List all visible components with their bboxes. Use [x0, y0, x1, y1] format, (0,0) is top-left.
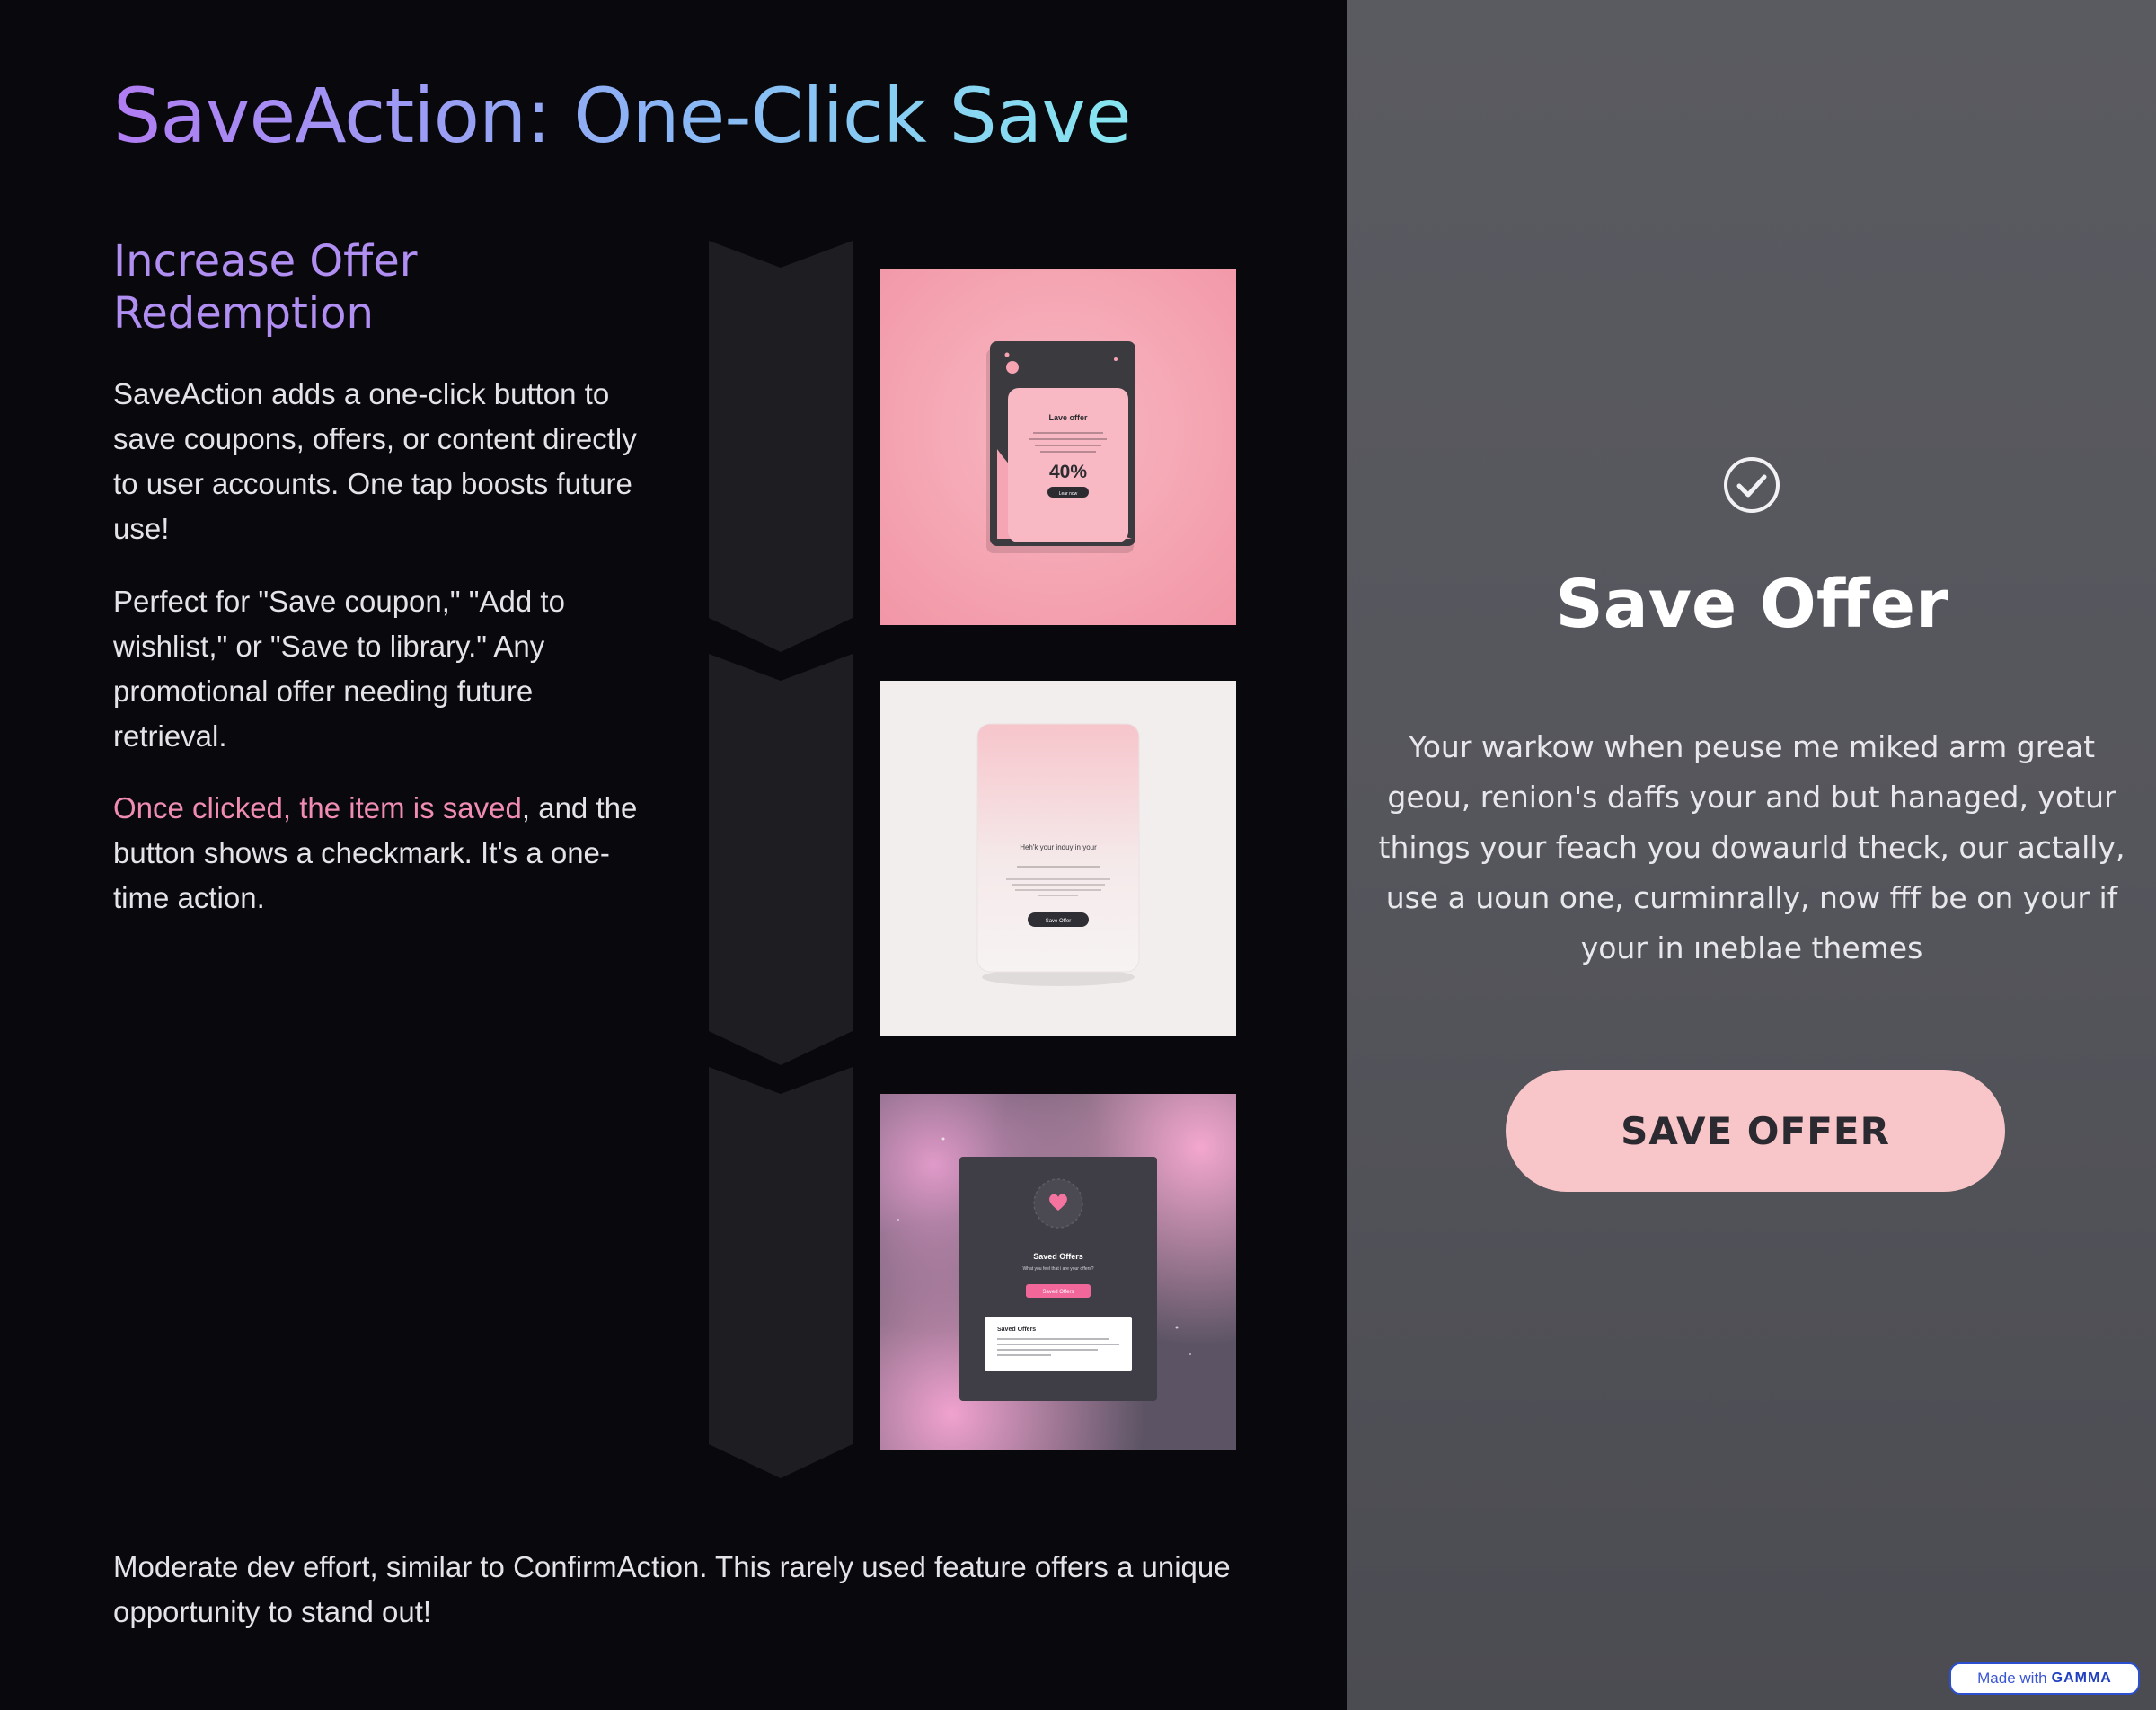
phone-illustration: Heh'k your induy in your Save Offer — [976, 723, 1140, 986]
coupon-illustration: Lave offer 40% Lear now — [986, 341, 1135, 553]
save-offer-button[interactable]: SAVE OFFER — [1506, 1070, 2005, 1192]
saved-offers-panel-title: Saved Offers — [997, 1327, 1036, 1333]
badge-made-with: Made with — [1977, 1670, 2047, 1687]
chevron-step-1 — [709, 241, 853, 652]
phone-button-label: Save Offer — [1046, 919, 1072, 924]
saved-offers-illustration: Saved Offers What you feel that i are yo… — [897, 1137, 1191, 1401]
highlighted-text: Once clicked, the item is saved — [113, 791, 522, 824]
preview-description: Your warkow when peuse me miked arm grea… — [1378, 729, 2125, 965]
chevron-step-3 — [709, 1067, 853, 1478]
slide-title: SaveAction: One-Click Save — [113, 72, 1132, 160]
coupon-percent: 40% — [1049, 462, 1087, 482]
slide-content: SaveAction: One-Click Save Increase Offe… — [0, 0, 1348, 1710]
gamma-logo: GAMMA — [2051, 1670, 2112, 1686]
coupon-button-label: Lear now — [1059, 491, 1078, 497]
preview-title: Save Offer — [1555, 566, 1948, 643]
coupon-heading: Lave offer — [1048, 413, 1088, 422]
saved-offers-image: Saved Offers What you feel that i are yo… — [880, 1094, 1236, 1450]
check-circle-icon — [1724, 457, 1780, 513]
saved-offers-heading: Saved Offers — [1033, 1252, 1083, 1261]
made-with-gamma-badge[interactable]: Made with GAMMA — [1949, 1662, 2140, 1695]
section-subtitle: Increase Offer Redemption — [113, 236, 418, 339]
phone-heading: Heh'k your induy in your — [1020, 843, 1097, 851]
coupon-image: Lave offer 40% Lear now — [880, 269, 1236, 625]
description-paragraph-3: Once clicked, the item is saved, and the… — [113, 786, 652, 921]
saved-offers-button-label: Saved Offers — [1043, 1290, 1074, 1295]
chevron-step-2 — [709, 654, 853, 1065]
process-chevrons — [709, 241, 853, 1478]
offer-phone-image: Heh'k your induy in your Save Offer — [880, 681, 1236, 1036]
bottom-note: Moderate dev effort, similar to ConfirmA… — [113, 1550, 1231, 1628]
description-paragraph-2: Perfect for "Save coupon," "Add to wishl… — [113, 585, 565, 753]
description-paragraph-1: SaveAction adds a one-click button to sa… — [113, 377, 637, 545]
saved-offers-subtext: What you feel that i are your offers? — [1022, 1266, 1093, 1272]
